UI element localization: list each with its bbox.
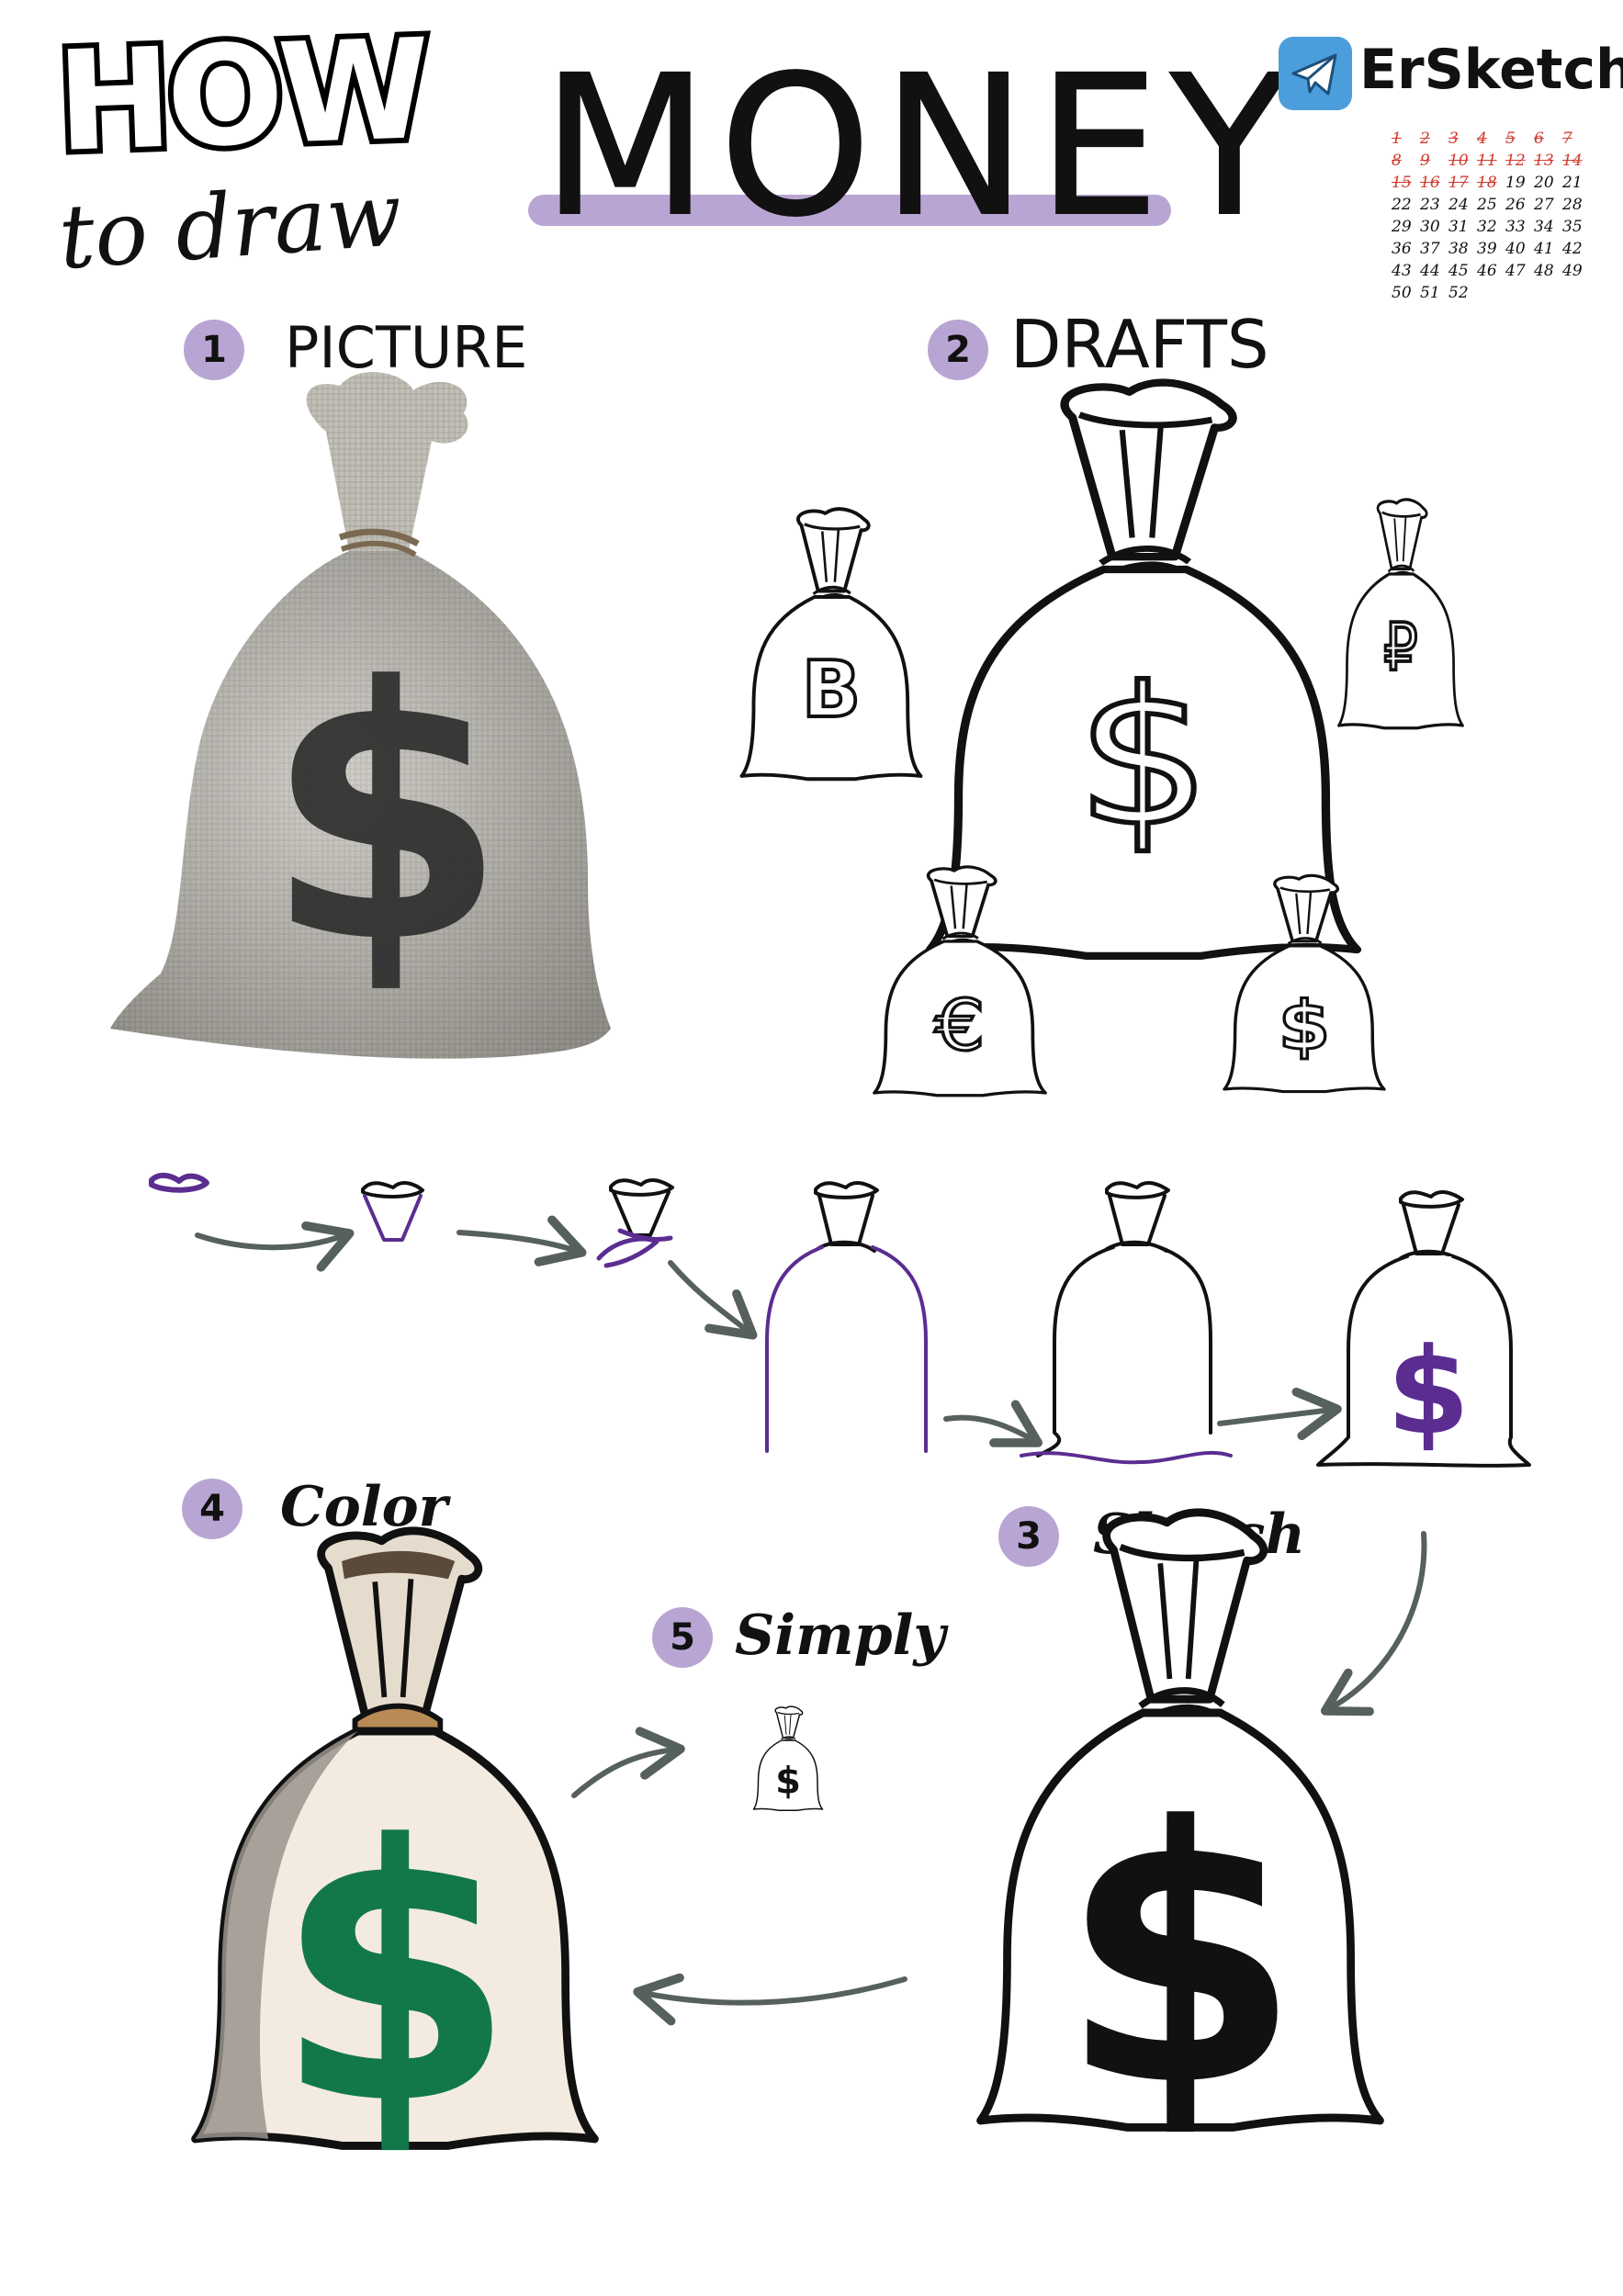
- arrow-3-4-icon: [668, 1260, 758, 1340]
- arrow-color-to-simply-icon: [571, 1727, 685, 1798]
- photo-dollar-sign: $: [265, 613, 507, 1019]
- construction-sequence: $: [149, 1172, 1531, 1468]
- arrow-2-3-icon: [456, 1215, 587, 1266]
- burlap-money-bag-photo: $: [110, 372, 611, 1059]
- sketch-money-bag: $: [981, 1513, 1381, 2164]
- draft-large-dollar-symbol: $: [1076, 647, 1212, 868]
- arrow-5-6-icon: [1217, 1387, 1342, 1441]
- simply-dollar-symbol: $: [775, 1761, 801, 1803]
- draft-ruble-symbol: ₽: [1383, 610, 1417, 686]
- seq-2-neck: [361, 1180, 424, 1242]
- seq-5-bottom: [1020, 1180, 1233, 1465]
- draft-large-dollar-bag: $: [930, 383, 1358, 956]
- seq-4-body: [765, 1180, 928, 1453]
- arrow-4-5-icon: [943, 1400, 1043, 1447]
- seq-6-dollar: $: [1387, 1322, 1470, 1461]
- seq-6-symbol: $: [1316, 1189, 1531, 1468]
- seq-1-ruffle: [149, 1172, 209, 1193]
- illustration-canvas: $ $ B ₽ € $ $ $ $ $: [110, 372, 1531, 2182]
- draft-bitcoin-bag: B: [739, 507, 923, 782]
- arrow-sketch-to-color-icon: [633, 1973, 907, 2026]
- arrow-1-2-icon: [195, 1221, 355, 1272]
- draft-bitcoin-symbol: B: [802, 645, 861, 735]
- simply-money-bag: $: [752, 1705, 824, 1811]
- color-money-bag: $: [191, 1526, 599, 2182]
- color-dollar-symbol: $: [275, 1770, 515, 2182]
- sketch-dollar-symbol: $: [1060, 1751, 1301, 2164]
- draft-euro-symbol: €: [934, 985, 985, 1067]
- draft-ruble-bag: ₽: [1336, 498, 1465, 730]
- arrow-to-sketch-icon: [1320, 1531, 1427, 1716]
- draft-small-dollar-symbol: $: [1279, 987, 1330, 1065]
- seq-3-tie: [596, 1177, 674, 1268]
